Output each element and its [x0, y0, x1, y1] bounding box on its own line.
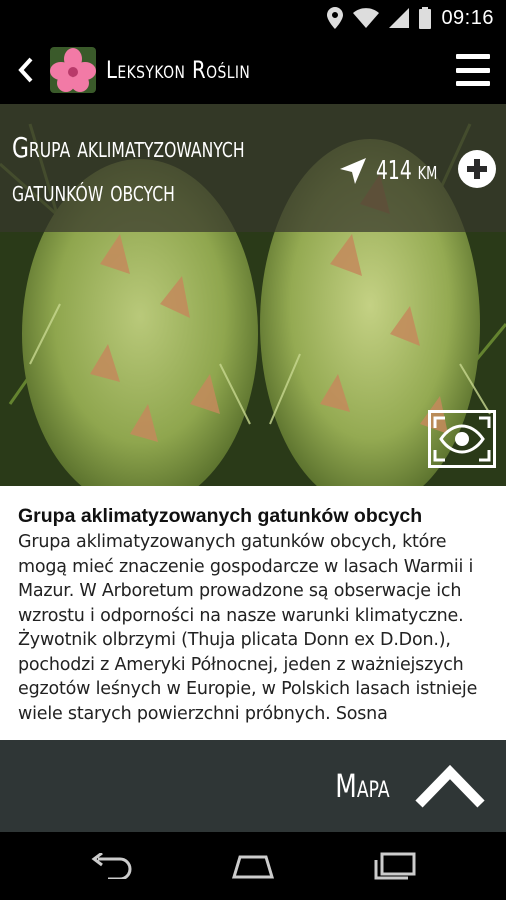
hamburger-menu-icon — [456, 54, 490, 59]
description-panel[interactable]: Grupa aklimatyzowanych gatunków obcych G… — [0, 486, 506, 740]
home-icon — [231, 855, 275, 879]
recents-icon — [374, 852, 416, 880]
distance-label: 414 km — [376, 156, 438, 186]
chevron-up-icon — [415, 764, 485, 808]
description-heading: Grupa aklimatyzowanych gatunków obcych — [18, 505, 423, 527]
status-bar: 09:16 — [0, 0, 506, 36]
hero-title: Grupa aklimatyzowanych gatunków obcych — [12, 126, 246, 214]
signal-icon — [389, 8, 410, 28]
add-button[interactable] — [458, 150, 496, 188]
location-icon — [327, 7, 344, 29]
nav-back-button[interactable] — [71, 841, 151, 891]
wifi-icon — [353, 8, 380, 28]
battery-icon — [419, 7, 432, 29]
app-title: Leksykon Roślin — [106, 56, 251, 84]
view-gallery-button[interactable] — [428, 410, 496, 468]
chevron-left-icon — [18, 57, 33, 83]
expand-button[interactable] — [412, 756, 488, 816]
app-logo — [50, 47, 96, 93]
navigate-button[interactable] — [338, 156, 368, 191]
hero-image: Grupa aklimatyzowanych gatunków obcych 4… — [0, 104, 506, 486]
system-nav-bar — [0, 832, 506, 900]
hero-title-line2: gatunków obcych — [12, 175, 175, 208]
bottom-bar: Mapa — [0, 740, 506, 832]
description-body: Grupa aklimatyzowanych gatunków obcych, … — [18, 532, 478, 724]
plus-circle-icon — [467, 159, 487, 179]
flower-icon — [50, 47, 96, 93]
hero-title-line1: Grupa aklimatyzowanych — [12, 131, 245, 164]
back-arrow-icon — [91, 853, 132, 879]
navigation-arrow-icon — [340, 158, 366, 184]
nav-recents-button[interactable] — [355, 841, 435, 891]
back-button[interactable] — [6, 36, 46, 104]
map-button-label[interactable]: Mapa — [336, 767, 390, 805]
app-bar: Leksykon Roślin — [0, 36, 506, 104]
menu-button[interactable] — [456, 54, 490, 86]
eye-icon — [433, 416, 491, 462]
nav-home-button[interactable] — [213, 841, 293, 891]
status-time: 09:16 — [441, 6, 494, 29]
